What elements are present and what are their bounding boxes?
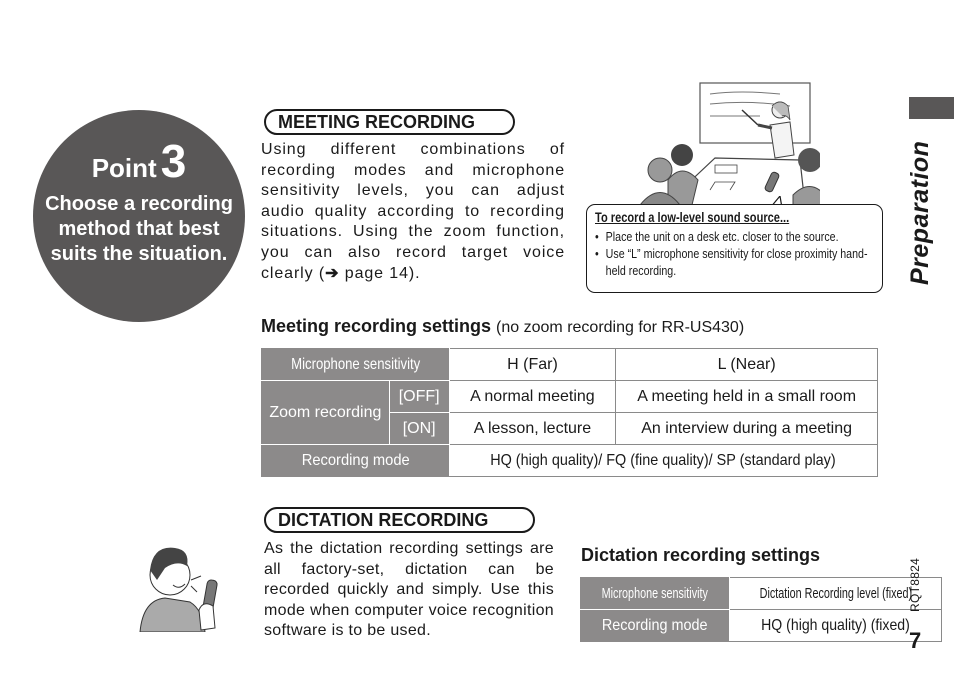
point-title: Point3 <box>33 134 245 188</box>
mic-sensitivity-label: Microphone sensitivity <box>580 577 730 610</box>
recording-mode-value-text: HQ (high quality)/ FQ (fine quality)/ SP… <box>490 451 837 469</box>
table-cell: A meeting held in a small room <box>615 380 878 413</box>
meeting-recording-description: Using different combinations of recordin… <box>261 140 565 284</box>
section-tab-marker <box>909 97 954 119</box>
dictation-settings-heading: Dictation recording settings <box>581 545 821 565</box>
recording-mode-value-text: HQ (high quality) (fixed) <box>761 616 910 634</box>
meeting-settings-heading: Meeting recording settings (no zoom reco… <box>261 316 744 337</box>
meeting-text-part: Using different combinations of recordin… <box>261 141 565 282</box>
table-row: Microphone sensitivity H (Far) L (Near) <box>261 348 878 381</box>
table-row: Recording mode HQ (high quality)/ FQ (fi… <box>261 444 879 477</box>
dictation-recording-description: As the dictation recording settings are … <box>264 540 554 640</box>
zoom-label-text: Zoom recording <box>269 403 382 421</box>
point-number: 3 <box>160 135 187 187</box>
point-subtitle: Choose a recording method that best suit… <box>45 193 233 265</box>
table-cell: A normal meeting <box>448 380 617 413</box>
mic-sensitivity-label: Microphone sensitivity <box>290 355 420 373</box>
page-number: 7 <box>909 628 922 653</box>
meeting-settings-table: Microphone sensitivity H (Far) L (Near) … <box>261 348 879 477</box>
header-cell: Microphone sensitivity <box>261 348 450 381</box>
tip-list: Place the unit on a desk etc. closer to … <box>595 228 874 279</box>
recording-mode-text: Recording mode <box>601 616 708 634</box>
tip-item: Place the unit on a desk etc. closer to … <box>595 228 874 245</box>
recording-mode-text: Recording mode <box>301 451 410 469</box>
column-header-h: H (Far) <box>448 348 617 381</box>
point-word: Point <box>91 153 157 183</box>
table-row: Microphone sensitivity Dictation Recordi… <box>580 577 943 610</box>
column-header-l: L (Near) <box>615 348 878 381</box>
document-code: RQT8824 <box>908 557 922 612</box>
meeting-room-illustration <box>639 82 820 205</box>
dictation-recording-heading: DICTATION RECORDING <box>264 507 535 533</box>
table-row: Zoom recording [OFF] A normal meeting A … <box>261 380 878 445</box>
recording-mode-label: Recording mode <box>261 444 450 477</box>
table-cell: A lesson, lecture <box>448 412 617 445</box>
dictation-settings-table: Microphone sensitivity Dictation Recordi… <box>580 577 943 642</box>
table-row: Recording mode HQ (high quality) (fixed) <box>580 609 943 642</box>
meeting-recording-heading: MEETING RECORDING <box>264 109 515 135</box>
tip-item: Use “L” microphone sensitivity for close… <box>595 245 874 279</box>
meeting-settings-note: (no zoom recording for RR-US430) <box>496 319 745 336</box>
recording-mode-label: Recording mode <box>580 609 730 642</box>
mic-sensitivity-value-text: Dictation Recording level (fixed) <box>759 584 912 602</box>
zoom-on-label: [ON] <box>388 412 450 445</box>
mic-sensitivity-text: Microphone sensitivity <box>601 584 708 602</box>
man-speaking-into-recorder-illustration <box>139 547 218 632</box>
meeting-settings-title: Meeting recording settings <box>261 316 492 336</box>
right-arrow-icon: ➔ <box>325 264 340 282</box>
zoom-off-label: [OFF] <box>388 380 450 413</box>
recording-mode-value: HQ (high quality)/ FQ (fine quality)/ SP… <box>448 444 879 477</box>
page-reference[interactable]: page 14). <box>339 265 420 282</box>
tip-title: To record a low-level sound source... <box>595 210 790 225</box>
point-badge: Point3 Choose a recording method that be… <box>33 110 245 322</box>
section-label: Preparation <box>906 140 934 285</box>
table-cell: An interview during a meeting <box>615 412 878 445</box>
zoom-recording-label: Zoom recording <box>261 380 390 445</box>
low-level-sound-tip: To record a low-level sound source... Pl… <box>586 204 883 293</box>
